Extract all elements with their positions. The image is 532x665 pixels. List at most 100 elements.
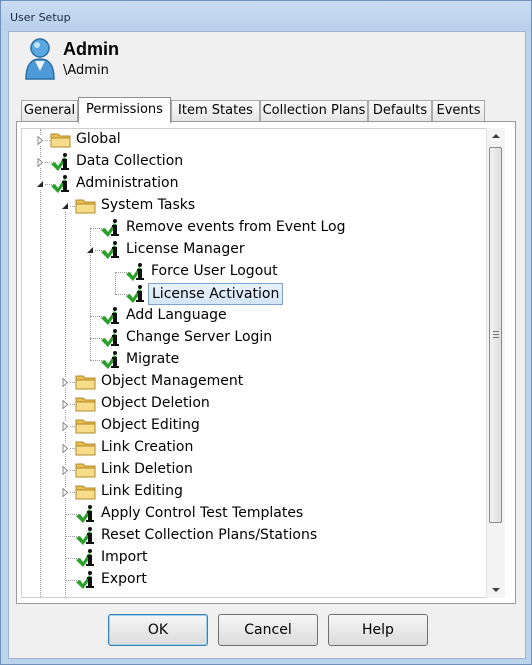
tree-item-label: Import: [101, 549, 148, 565]
granted-permission-icon: [76, 527, 94, 545]
tree-item-label: Export: [101, 571, 147, 587]
tab-events[interactable]: Events: [432, 100, 485, 121]
tab-collection-plans[interactable]: Collection Plans: [260, 100, 368, 121]
tree-item[interactable]: Link Deletion: [22, 459, 482, 481]
user-avatar-icon: [25, 38, 55, 80]
vertical-scrollbar[interactable]: [486, 128, 505, 598]
expanded-arrow-icon[interactable]: [61, 202, 70, 211]
collapsed-arrow-icon[interactable]: [61, 378, 70, 387]
collapsed-arrow-icon[interactable]: [61, 466, 70, 475]
collapsed-arrow-icon[interactable]: [36, 158, 45, 167]
folder-icon: [50, 133, 71, 148]
user-header: Admin \Admin: [9, 32, 525, 90]
collapsed-arrow-icon[interactable]: [61, 422, 70, 431]
expanded-arrow-icon[interactable]: [36, 180, 45, 189]
thumb-grip: [493, 334, 499, 335]
cancel-button[interactable]: Cancel: [218, 614, 318, 646]
tree-item-label: Global: [76, 131, 121, 147]
tree-item[interactable]: License Manager: [22, 239, 482, 261]
tree-item-label: Add Language: [126, 307, 227, 323]
tree-item-label: Link Creation: [101, 439, 194, 455]
tree-item[interactable]: Link Creation: [22, 437, 482, 459]
collapsed-arrow-icon[interactable]: [61, 488, 70, 497]
scroll-down-icon[interactable]: [487, 582, 505, 598]
tab-permissions[interactable]: Permissions: [78, 97, 171, 123]
folder-icon: [75, 375, 96, 390]
tree-item-label: Link Editing: [101, 483, 183, 499]
tree-item-label: Migrate: [126, 351, 180, 367]
collapsed-arrow-icon[interactable]: [61, 400, 70, 409]
permissions-tree[interactable]: Global Data Collection Administration Syste…: [21, 128, 487, 598]
tree-item-label: Remove events from Event Log: [126, 219, 346, 235]
tree-item-label: Object Editing: [101, 417, 200, 433]
granted-permission-icon: [76, 571, 94, 589]
tree-item-label: Apply Control Test Templates: [101, 505, 304, 521]
tree-item[interactable]: Force User Logout: [22, 261, 482, 283]
tab-item-states[interactable]: Item States: [171, 100, 260, 121]
folder-icon: [75, 441, 96, 456]
user-login: \Admin: [63, 63, 109, 78]
granted-permission-icon: [101, 219, 119, 237]
tree-item-label: Object Deletion: [101, 395, 210, 411]
tree-item[interactable]: Reset Collection Plans/Stations: [22, 525, 482, 547]
granted-permission-icon: [126, 263, 144, 281]
tree-item[interactable]: License Activation: [22, 283, 482, 305]
tree-item-label: License Manager: [126, 241, 245, 257]
folder-icon: [75, 199, 96, 214]
help-button[interactable]: Help: [328, 614, 428, 646]
user-name: Admin: [63, 39, 119, 59]
tree-item[interactable]: Global: [22, 129, 482, 151]
tree-item-label: Reset Collection Plans/Stations: [101, 527, 318, 543]
tree-item[interactable]: Migrate: [22, 349, 482, 371]
granted-permission-icon: [76, 505, 94, 523]
tree-item-label: Link Deletion: [101, 461, 193, 477]
thumb-grip: [493, 337, 499, 338]
granted-permission-icon: [126, 285, 144, 303]
tree-item[interactable]: Import: [22, 547, 482, 569]
tree-item-label: Data Collection: [76, 153, 184, 169]
granted-permission-icon: [51, 175, 69, 193]
collapsed-arrow-icon[interactable]: [36, 136, 45, 145]
tab-general[interactable]: General: [21, 100, 78, 121]
granted-permission-icon: [51, 153, 69, 171]
folder-icon: [75, 463, 96, 478]
dialog-body: Admin \Admin General Permissions Item St…: [8, 31, 526, 659]
tree-item-label: Administration: [76, 175, 179, 191]
tree-item[interactable]: Export: [22, 569, 482, 591]
granted-permission-icon: [76, 549, 94, 567]
expanded-arrow-icon[interactable]: [86, 246, 95, 255]
granted-permission-icon: [101, 307, 119, 325]
scroll-up-icon[interactable]: [487, 128, 505, 144]
permissions-panel: Global Data Collection Administration Syste…: [16, 121, 516, 604]
thumb-grip: [493, 331, 499, 332]
ok-button[interactable]: OK: [108, 614, 208, 646]
tree-item-label: Force User Logout: [151, 263, 278, 279]
tree-item[interactable]: Remove events from Event Log: [22, 217, 482, 239]
window-title: User Setup: [10, 11, 71, 24]
tree-item-label: Change Server Login: [126, 329, 273, 345]
granted-permission-icon: [101, 351, 119, 369]
collapsed-arrow-icon[interactable]: [61, 444, 70, 453]
user-setup-window: User Setup Admin \Admin General Permissi…: [0, 0, 532, 665]
folder-icon: [75, 419, 96, 434]
folder-icon: [75, 485, 96, 500]
scroll-thumb[interactable]: [489, 147, 502, 523]
tab-defaults[interactable]: Defaults: [368, 100, 432, 121]
tree-item[interactable]: Object Editing: [22, 415, 482, 437]
tree-item[interactable]: Data Collection: [22, 151, 482, 173]
tree-item[interactable]: Object Deletion: [22, 393, 482, 415]
tree-item[interactable]: Object Management: [22, 371, 482, 393]
title-bar[interactable]: User Setup: [1, 1, 531, 31]
granted-permission-icon: [101, 241, 119, 259]
tree-item-label: System Tasks: [101, 197, 196, 213]
tree-item-label: License Activation: [148, 283, 284, 305]
granted-permission-icon: [101, 329, 119, 347]
folder-icon: [75, 397, 96, 412]
tree-item[interactable]: System Tasks: [22, 195, 482, 217]
tree-item[interactable]: Change Server Login: [22, 327, 482, 349]
tree-item-label: Object Management: [101, 373, 244, 389]
tree-item[interactable]: Add Language: [22, 305, 482, 327]
tree-item[interactable]: Link Editing: [22, 481, 482, 503]
tree-item[interactable]: Administration: [22, 173, 482, 195]
tree-item[interactable]: Apply Control Test Templates: [22, 503, 482, 525]
